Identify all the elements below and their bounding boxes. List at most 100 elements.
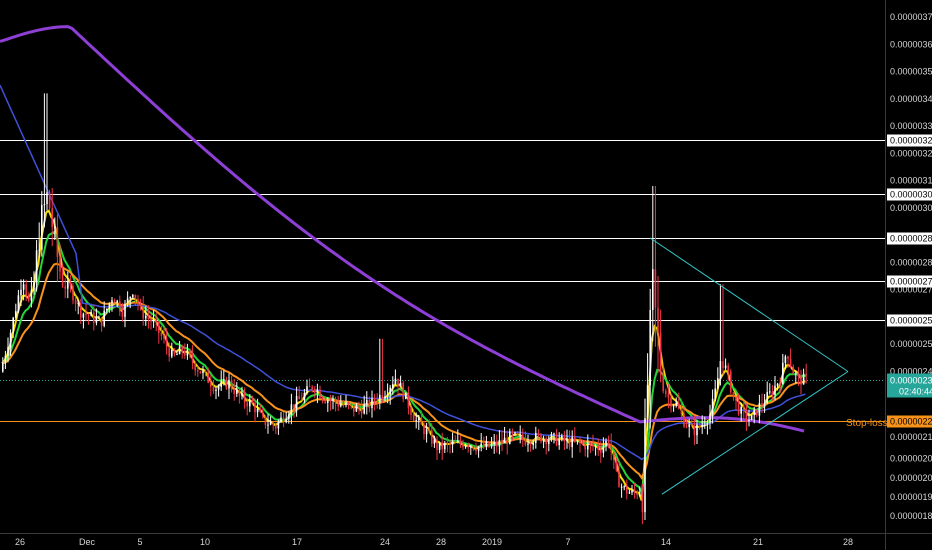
- time-tick-label: 7: [565, 537, 570, 547]
- candle-body: [472, 446, 475, 450]
- candle-body: [236, 389, 238, 394]
- candle-body: [223, 379, 225, 381]
- candle-body: [4, 355, 7, 364]
- candle-body: [371, 398, 373, 409]
- candle-body: [158, 321, 160, 333]
- candle-body: [119, 300, 121, 312]
- candle-body: [160, 332, 163, 336]
- candle-body: [665, 390, 667, 394]
- candle-body: [792, 366, 794, 375]
- time-tick-label: Dec: [79, 537, 96, 547]
- candle-body: [589, 442, 592, 444]
- candle-body: [249, 399, 251, 407]
- candle-body: [631, 490, 633, 493]
- candle-body: [480, 443, 482, 447]
- candle-body: [789, 358, 792, 367]
- candle-body: [225, 379, 228, 389]
- candle-body: [407, 392, 410, 408]
- candle-body: [35, 250, 38, 282]
- candle-body: [462, 443, 464, 448]
- candle-body: [641, 493, 644, 513]
- candle-body: [548, 440, 550, 444]
- candle-body: [568, 438, 571, 448]
- candle-body: [771, 391, 774, 396]
- candle-body: [217, 386, 220, 390]
- candle-body: [449, 443, 451, 445]
- price-tick-label: 0.00000300: [890, 203, 932, 213]
- candle-body: [782, 362, 784, 384]
- time-tick-label: 28: [843, 537, 853, 547]
- candle-body: [678, 403, 680, 409]
- candle-body: [558, 439, 560, 446]
- candle-body: [402, 382, 404, 399]
- candle-body: [295, 396, 298, 409]
- candle-body: [693, 425, 696, 436]
- candle-body: [246, 402, 248, 407]
- price-tick-label: 0.00000310: [890, 176, 932, 186]
- candle-body: [106, 308, 108, 311]
- candle-body: [636, 492, 638, 496]
- candle-body: [524, 439, 527, 445]
- candle-body: [730, 371, 732, 393]
- candle-body: [776, 383, 779, 386]
- price-tick-label: 0.00000370: [890, 12, 932, 22]
- candle-body: [132, 294, 134, 298]
- candle-body: [672, 405, 675, 407]
- price-tick-label: 0.00000250: [890, 339, 932, 349]
- candle-body: [233, 388, 235, 394]
- candle-body: [210, 382, 212, 387]
- candle-body: [581, 443, 584, 445]
- candle-body: [537, 432, 540, 435]
- candle-body: [615, 459, 618, 471]
- candle-body: [444, 443, 446, 450]
- candle-body: [340, 404, 342, 407]
- candle-body: [727, 365, 729, 372]
- candle-body: [303, 393, 306, 400]
- candle-body: [12, 317, 14, 333]
- candle-body: [376, 401, 378, 403]
- price-chart[interactable]: 0.00000370 0.00000360 0.00000350 0.00000340…: [0, 0, 932, 550]
- candle-body: [80, 302, 82, 318]
- candle-body: [649, 310, 651, 386]
- candle-body: [85, 313, 87, 315]
- candle-body: [423, 424, 425, 435]
- candle-body: [54, 227, 56, 229]
- candle-body: [459, 440, 462, 444]
- candle-body: [139, 304, 142, 306]
- candle-body: [308, 386, 311, 388]
- candle-body: [113, 300, 116, 303]
- candle-body: [350, 404, 352, 406]
- candle-body: [368, 399, 371, 409]
- candle-body: [438, 441, 441, 450]
- candle-body: [446, 443, 449, 445]
- candle-body: [680, 408, 683, 415]
- candle-body: [779, 383, 781, 385]
- candle-body: [787, 356, 789, 359]
- candle-body: [384, 396, 386, 399]
- stop-loss-annotation: Stop-loss: [846, 418, 888, 429]
- candle-body: [758, 403, 761, 416]
- candle-body: [329, 400, 332, 402]
- candle-body: [306, 386, 308, 394]
- candle-body: [639, 493, 641, 496]
- candle-body: [256, 408, 259, 413]
- candle-body: [389, 387, 391, 395]
- candle-body: [797, 373, 800, 376]
- candle-body: [163, 335, 165, 338]
- candle-body: [48, 192, 51, 209]
- candle-body: [709, 413, 711, 423]
- candle-body: [314, 388, 316, 393]
- candle-body: [605, 441, 607, 447]
- candle-body: [2, 363, 4, 372]
- time-tick-label: 10: [200, 537, 210, 547]
- candle-body: [535, 432, 537, 443]
- candle-body: [267, 424, 269, 426]
- candle-body: [470, 446, 472, 448]
- level-badge-text-6: 0.00000222: [890, 417, 932, 427]
- candle-body: [600, 449, 602, 453]
- candle-body: [124, 303, 126, 317]
- candle-body: [769, 391, 771, 393]
- candle-body: [272, 422, 274, 426]
- price-tick-label: 0.00000194: [890, 492, 932, 502]
- candle-body: [522, 434, 524, 440]
